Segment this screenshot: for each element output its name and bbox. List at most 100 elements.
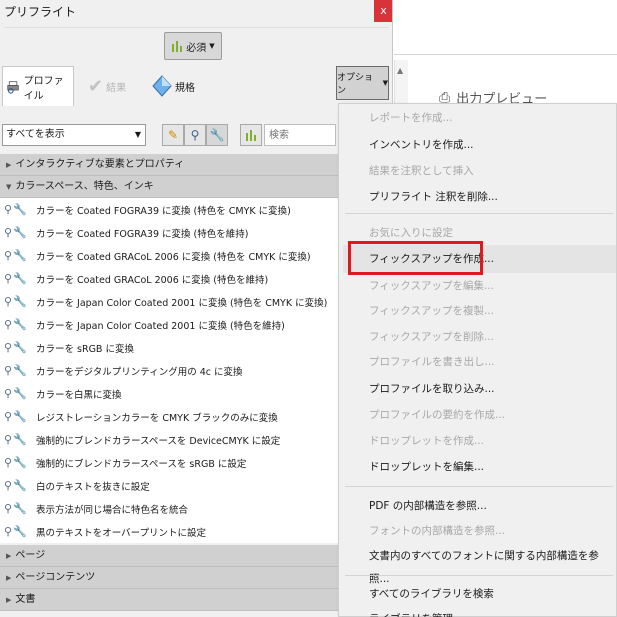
list-item[interactable]: ⚲ 🔧 強制的にブレンドカラースペースを sRGB に設定: [0, 451, 392, 474]
list-item[interactable]: ⚲ 🔧 カラーを Coated FOGRA39 に変換 (特色を維持): [0, 221, 392, 244]
list-item[interactable]: ⚲ 🔧 カラーを Coated GRACoL 2006 に変換 (特色を CMYK …: [0, 244, 392, 267]
menu-separator: [345, 575, 613, 576]
wrench-icon: 🔧: [13, 295, 27, 308]
list-item[interactable]: ⚲ 🔧 強制的にブレンドカラースペースを DeviceCMYK に設定: [0, 428, 392, 451]
magnifier-icon: ⚲: [4, 295, 13, 308]
menu-item-delete-fixup[interactable]: フィックスアップを削除...: [339, 326, 617, 349]
menu-item-browse-all-fonts-structure[interactable]: 文書内のすべてのフォントに関する内部構造を参照...: [339, 545, 617, 585]
profile-toolbar: すべてを表示 ▼ ✎ ⚲ 🔧: [0, 120, 392, 150]
magnifier-icon: ⚲: [4, 226, 13, 239]
magnifier-icon: ⚲: [4, 410, 13, 423]
wrench-icon: 🔧: [13, 502, 27, 515]
profile-label: レジストレーションカラーを CMYK ブラックのみに変換: [36, 412, 278, 424]
list-item[interactable]: ⚲ 🔧 カラーを Coated FOGRA39 に変換 (特色を CMYK に変換): [0, 198, 392, 221]
list-item[interactable]: ⚲ 🔧 カラーを Japan Color Coated 2001 に変換 (特色を維…: [0, 313, 392, 336]
menu-item-duplicate-fixup[interactable]: フィックスアップを複製...: [339, 300, 617, 323]
menu-item-browse-pdf-structure[interactable]: PDF の内部構造を参照...: [339, 495, 617, 518]
magnifier-icon: ⚲: [4, 456, 13, 469]
close-button[interactable]: x: [374, 0, 392, 22]
list-item[interactable]: ⚲ 🔧 黒のテキストをオーバープリントに設定: [0, 520, 392, 543]
wand-icon: ✎: [167, 128, 179, 142]
edit-profile-button[interactable]: ✎: [162, 124, 184, 146]
menu-item-edit-droplet[interactable]: ドロップレットを編集...: [339, 456, 617, 479]
profile-label: 黒のテキストをオーバープリントに設定: [36, 527, 207, 539]
menu-item-create-inventory[interactable]: インベントリを作成...: [339, 134, 617, 157]
title-bar: プリフライト x: [0, 0, 392, 24]
wrench-icon: 🔧: [13, 456, 27, 469]
magnifier-icon: ⚲: [4, 502, 13, 515]
analyze-button[interactable]: ⚲: [184, 124, 206, 146]
tab-standards-label: 規格: [175, 82, 195, 94]
show-chart-button[interactable]: [240, 124, 262, 146]
tab-profiles[interactable]: プロファイル: [2, 66, 74, 106]
menu-item-create-droplet[interactable]: ドロップレットを作成...: [339, 430, 617, 453]
list-item[interactable]: ⚲ 🔧 表示方法が同じ場合に特色名を統合: [0, 497, 392, 520]
filter-selected-label: すべてを表示: [6, 129, 65, 140]
tab-strip: プロファイル ✔ 結果 規格: [0, 66, 392, 106]
diamond-icon: [152, 75, 172, 97]
list-item[interactable]: ⚲ 🔧 カラーを白黒に変換: [0, 382, 392, 405]
profile-label: カラーを Coated FOGRA39 に変換 (特色を維持): [36, 228, 249, 240]
profile-label: カラーを Japan Color Coated 2001 に変換 (特色を CM…: [36, 297, 328, 309]
profile-filter-select[interactable]: すべてを表示 ▼: [2, 124, 146, 146]
collapse-icon: ▼: [6, 183, 12, 191]
menu-item-create-report[interactable]: レポートを作成...: [339, 107, 617, 130]
list-item[interactable]: ⚲ 🔧 カラーを sRGB に変換: [0, 336, 392, 359]
list-item[interactable]: ⚲ 🔧 白のテキストを抜きに設定: [0, 474, 392, 497]
profile-label: カラーを Coated GRACoL 2006 に変換 (特色を CMYK に変…: [36, 251, 311, 263]
check-icon: ✔: [88, 75, 104, 97]
menu-item-create-profile-summary[interactable]: プロファイルの要約を作成...: [339, 404, 617, 427]
search-input[interactable]: [264, 124, 336, 146]
menu-item-import-profile[interactable]: プロファイルを取り込み...: [339, 378, 617, 401]
category-label: 文書: [15, 594, 36, 605]
wrench-icon: 🔧: [13, 272, 27, 285]
list-item[interactable]: ⚲ 🔧 カラーを Coated GRACoL 2006 に変換 (特色を維持): [0, 267, 392, 290]
menu-separator: [345, 213, 613, 214]
options-label: オプション: [337, 73, 374, 96]
wrench-icon: 🔧: [13, 318, 27, 331]
list-item[interactable]: ⚲ 🔧 カラーを Japan Color Coated 2001 に変換 (特色を …: [0, 290, 392, 313]
magnifier-icon: ⚲: [4, 203, 13, 216]
magnifier-icon: ⚲: [4, 433, 13, 446]
menu-item-browse-font-structure[interactable]: フォントの内部構造を参照...: [339, 520, 617, 543]
category-page-contents[interactable]: ▶ ページコンテンツ: [0, 567, 392, 589]
profile-label: 強制的にブレンドカラースペースを sRGB に設定: [36, 458, 247, 470]
wrench-icon: 🔧: [13, 226, 27, 239]
bar-chart-icon: [246, 130, 256, 141]
category-label: ページ: [15, 550, 46, 561]
category-colorspace[interactable]: ▼ カラースペース、特色、インキ: [0, 176, 392, 198]
profile-label: 強制的にブレンドカラースペースを DeviceCMYK に設定: [36, 435, 281, 447]
magnifier-icon: ⚲: [4, 272, 13, 285]
magnifier-icon: ⚲: [4, 249, 13, 262]
required-filter-button[interactable]: 必須 ▼: [164, 32, 222, 60]
tab-results-label: 結果: [106, 82, 127, 94]
category-interactive[interactable]: ▶ インタラクティブな要素とプロパティ: [0, 154, 392, 176]
menu-item-insert-results-comments[interactable]: 結果を注釈として挿入: [339, 160, 617, 183]
tab-standards[interactable]: 規格: [148, 66, 208, 106]
list-item[interactable]: ⚲ 🔧 カラーをデジタルプリンティング用の 4c に変換: [0, 359, 392, 382]
fixup-button[interactable]: 🔧: [206, 124, 228, 146]
profile-label: 白のテキストを抜きに設定: [36, 481, 150, 493]
wrench-icon: 🔧: [13, 479, 27, 492]
category-label: ページコンテンツ: [15, 572, 96, 583]
profile-label: 表示方法が同じ場合に特色名を統合: [36, 504, 189, 516]
menu-item-manage-libraries[interactable]: ライブラリを管理...: [339, 608, 617, 617]
divider: [4, 27, 389, 31]
wrench-icon: 🔧: [13, 433, 27, 446]
expand-icon: ▶: [6, 574, 12, 582]
menu-item-search-libraries[interactable]: すべてのライブラリを検索: [339, 583, 617, 606]
category-document[interactable]: ▶ 文書: [0, 589, 392, 611]
list-item[interactable]: ⚲ 🔧 レジストレーションカラーを CMYK ブラックのみに変換: [0, 405, 392, 428]
menu-item-export-profile[interactable]: プロファイルを書き出し...: [339, 351, 617, 374]
highlight-annotation: [348, 241, 483, 275]
menu-item-edit-fixup[interactable]: フィックスアップを編集...: [339, 275, 617, 298]
profile-label: カラーを Coated GRACoL 2006 に変換 (特色を維持): [36, 274, 269, 286]
menu-item-remove-preflight-comments[interactable]: プリフライト 注釈を削除...: [339, 186, 617, 209]
category-page[interactable]: ▶ ページ: [0, 545, 392, 567]
wrench-icon: 🔧: [13, 410, 27, 423]
wrench-icon: 🔧: [13, 249, 27, 262]
tab-results[interactable]: ✔ 結果: [84, 66, 144, 106]
options-button[interactable]: オプション ▼: [336, 66, 389, 100]
wrench-icon: 🔧: [13, 203, 27, 216]
magnifier-icon: ⚲: [4, 318, 13, 331]
